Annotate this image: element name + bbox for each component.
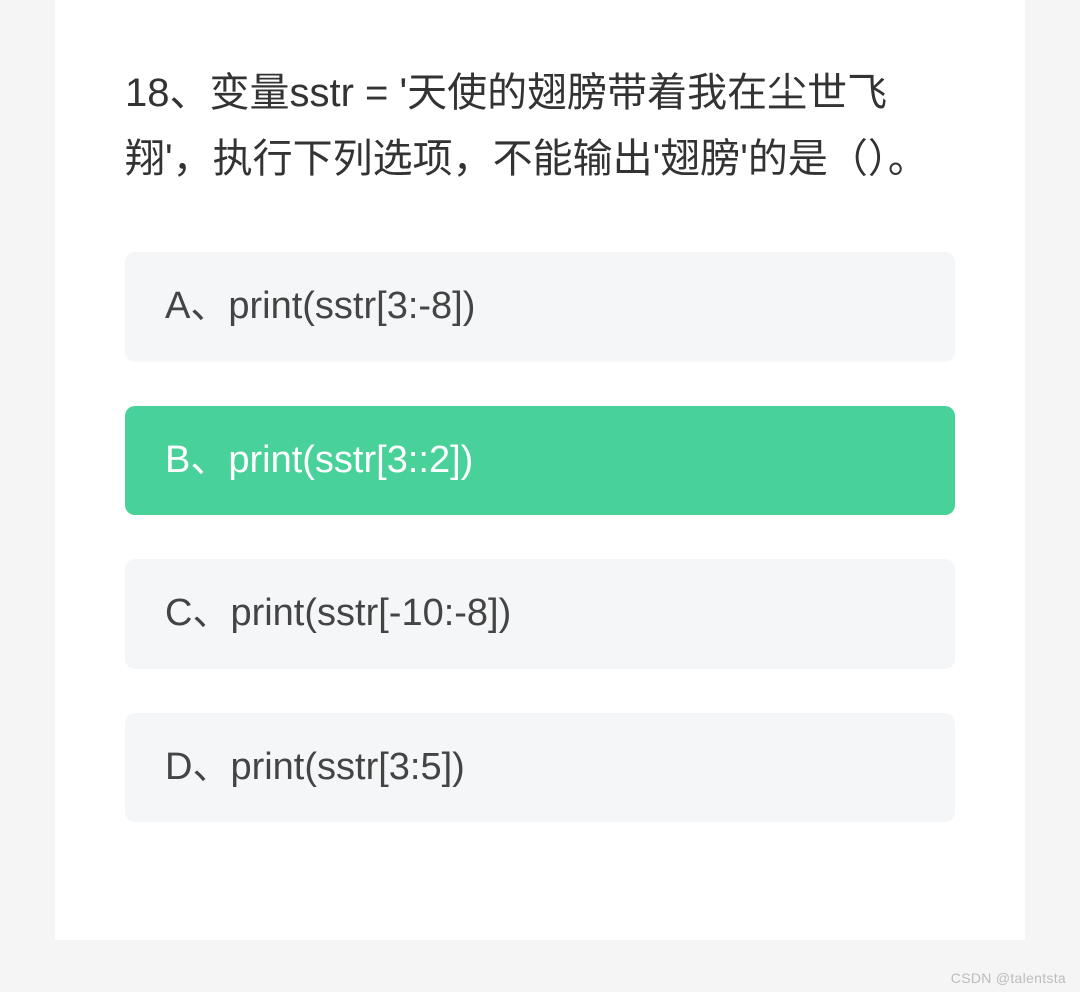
question-text: 18、变量sstr = '天使的翅膀带着我在尘世飞翔'，执行下列选项，不能输出'… — [125, 60, 955, 192]
watermark: CSDN @talentsta — [951, 970, 1066, 986]
option-a[interactable]: A、print(sstr[3:-8]) — [125, 252, 955, 362]
question-card: 18、变量sstr = '天使的翅膀带着我在尘世飞翔'，执行下列选项，不能输出'… — [55, 0, 1025, 940]
option-d[interactable]: D、print(sstr[3:5]) — [125, 713, 955, 823]
options-container: A、print(sstr[3:-8]) B、print(sstr[3::2]) … — [125, 252, 955, 822]
option-b[interactable]: B、print(sstr[3::2]) — [125, 406, 955, 516]
option-c[interactable]: C、print(sstr[-10:-8]) — [125, 559, 955, 669]
